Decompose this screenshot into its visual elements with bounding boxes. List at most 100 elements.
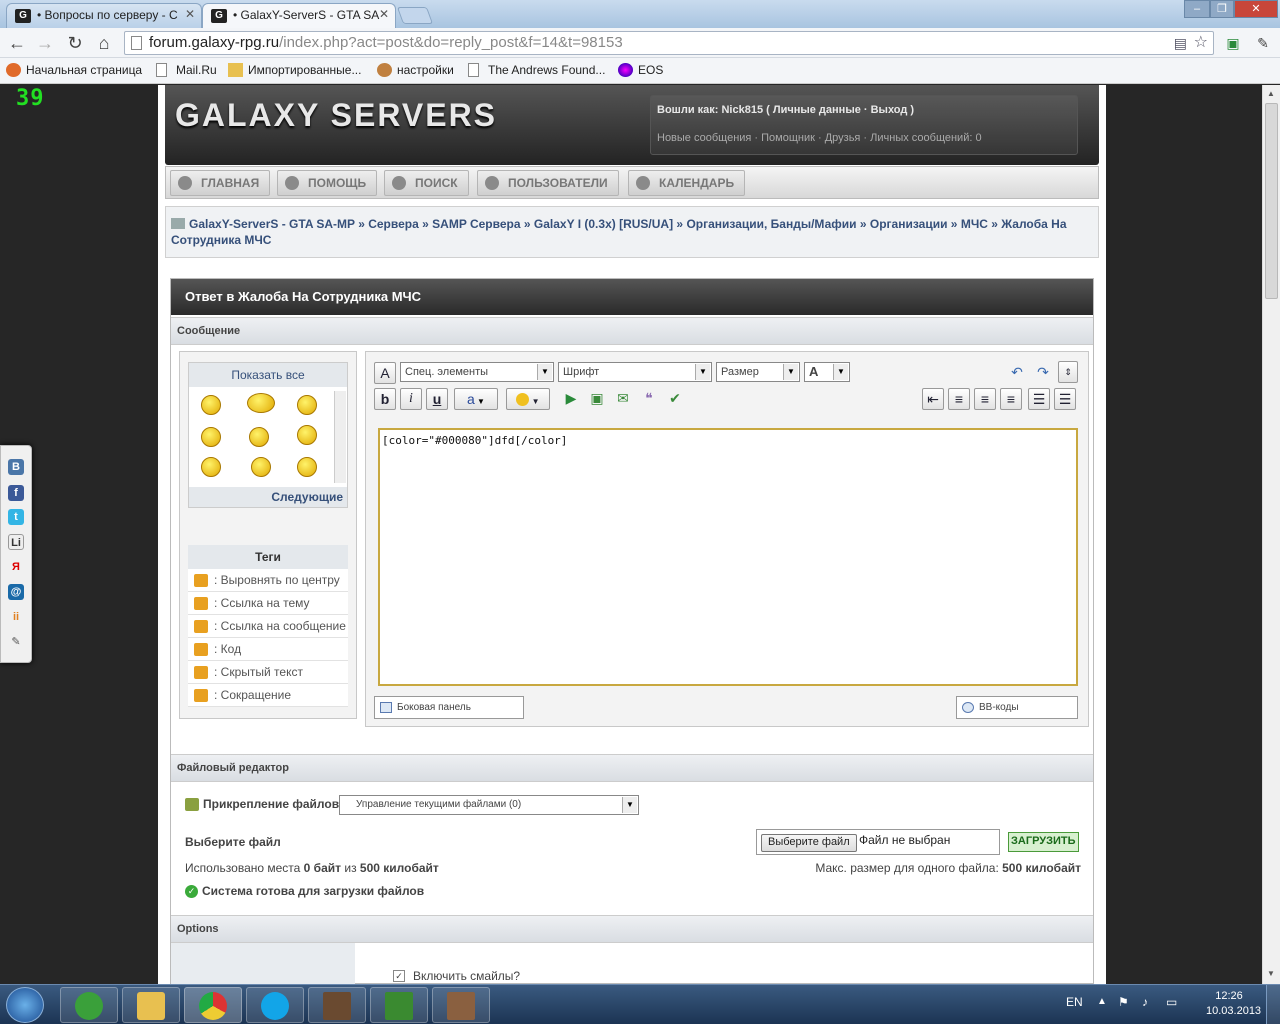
home-icon[interactable]: ⌂ (93, 32, 115, 54)
bookmark-home[interactable]: Начальная страница (6, 63, 142, 77)
breadcrumb-link[interactable]: Организации (870, 217, 948, 231)
taskbar-skype[interactable] (246, 987, 304, 1023)
emoticon-icon[interactable] (247, 393, 275, 413)
taskbar-utorrent[interactable] (60, 987, 118, 1023)
volume-icon[interactable]: ♪ (1142, 995, 1148, 1009)
emoticon-icon[interactable] (201, 457, 221, 477)
show-all-emoticons-link[interactable]: Показать все (189, 363, 347, 387)
scroll-down-icon[interactable]: ▼ (1267, 969, 1275, 978)
tag-item[interactable]: : Код (188, 638, 348, 661)
browser-tab-1[interactable]: G • Вопросы по серверу - С ✕ (6, 3, 202, 28)
emoticon-icon[interactable] (297, 395, 317, 415)
font-color-select[interactable]: A ▼ (804, 362, 850, 382)
tag-item[interactable]: : Ссылка на сообщение (188, 615, 348, 638)
breadcrumb-link[interactable]: МЧС (961, 217, 988, 231)
breadcrumb-link[interactable]: GalaxY I (0.3x) [RUS/UA] (534, 217, 673, 231)
start-button[interactable] (6, 987, 44, 1023)
star-icon[interactable]: ☆ (1194, 32, 1208, 54)
emoticon-picker-button[interactable]: ▼ (506, 388, 550, 410)
align-center-icon[interactable]: ≡ (974, 388, 996, 410)
file-input[interactable]: Выберите файл Файл не выбран (756, 829, 1000, 855)
undo-icon[interactable]: ↶ (1006, 362, 1028, 384)
next-emoticons-link[interactable]: Следующие (189, 487, 347, 507)
font-select[interactable]: Шрифт ▼ (558, 362, 712, 382)
bookmark-settings[interactable]: настройки (377, 63, 454, 77)
network-icon[interactable]: ⚑ (1118, 995, 1129, 1009)
emoticon-icon[interactable] (249, 427, 269, 447)
insert-link-icon[interactable]: ▶ (560, 388, 582, 410)
bullet-list-icon[interactable]: ☰ (1054, 388, 1076, 410)
bookmark-imported[interactable]: Импортированные... (228, 63, 361, 77)
spellcheck-icon[interactable]: ✔ (664, 388, 686, 410)
enable-smilies-checkbox[interactable]: ✓ (393, 970, 405, 982)
taskbar-app[interactable] (370, 987, 428, 1023)
taskbar-gta-1[interactable] (308, 987, 366, 1023)
toggle-editor-icon[interactable]: A (374, 362, 396, 384)
emoticon-icon[interactable] (201, 427, 221, 447)
close-window-button[interactable]: ✕ (1234, 0, 1278, 18)
outdent-icon[interactable]: ⇤ (922, 388, 944, 410)
maximize-button[interactable]: ❐ (1210, 0, 1234, 18)
bold-button[interactable]: b (374, 388, 396, 410)
nav-help[interactable]: ПОМОЩЬ (277, 170, 378, 196)
align-left-icon[interactable]: ≡ (948, 388, 970, 410)
breadcrumb-link[interactable]: Сервера (368, 217, 419, 231)
extension-icon[interactable]: ▣ (1222, 32, 1244, 54)
reload-icon[interactable]: ↻ (64, 32, 86, 54)
user-links-line[interactable]: Новые сообщения · Помощник · Друзья · Ли… (657, 132, 982, 144)
size-select[interactable]: Размер ▼ (716, 362, 800, 382)
redo-icon[interactable]: ↷ (1032, 362, 1054, 384)
minimize-button[interactable]: – (1184, 0, 1210, 18)
clock[interactable]: 12:26 10.03.2013 (1206, 990, 1261, 1017)
wrench-icon[interactable]: ✎ (1252, 32, 1274, 54)
text-effects-button[interactable]: a ▼ (454, 388, 498, 410)
show-hidden-icons[interactable]: ▲ (1097, 996, 1107, 1007)
language-indicator[interactable]: EN (1066, 995, 1083, 1009)
monitor-icon[interactable]: ▭ (1166, 995, 1177, 1009)
special-elements-select[interactable]: Спец. элементы ▼ (400, 362, 554, 382)
forward-icon[interactable]: → (34, 32, 56, 54)
translate-icon[interactable]: ▤ (1174, 32, 1187, 54)
livejournal-icon[interactable]: ✎ (8, 634, 24, 650)
scroll-up-icon[interactable]: ▲ (1267, 89, 1275, 98)
new-tab-button[interactable] (396, 7, 434, 24)
site-logo[interactable]: GALAXY SERVERS (175, 97, 497, 134)
address-bar[interactable]: forum.galaxy-rpg.ru/index.php?act=post&d… (124, 31, 1214, 55)
mailru-icon[interactable]: @ (8, 584, 24, 600)
emoticon-icon[interactable] (297, 457, 317, 477)
underline-button[interactable]: u (426, 388, 448, 410)
emoticon-icon[interactable] (201, 395, 221, 415)
vk-icon[interactable]: В (8, 459, 24, 475)
close-icon[interactable]: ✕ (185, 7, 195, 21)
nav-search[interactable]: ПОИСК (384, 170, 469, 196)
sidebar-toggle-button[interactable]: Боковая панель (374, 696, 524, 719)
odnoklassniki-icon[interactable]: ii (8, 609, 24, 625)
show-desktop-button[interactable] (1266, 985, 1280, 1024)
tag-item[interactable]: : Выровнять по центру (188, 569, 348, 592)
yandex-icon[interactable]: Я (8, 559, 24, 575)
taskbar-gta-2[interactable] (432, 987, 490, 1023)
back-icon[interactable]: ← (6, 32, 28, 54)
choose-file-button[interactable]: Выберите файл (761, 834, 857, 852)
taskbar-chrome[interactable] (184, 987, 242, 1023)
numbered-list-icon[interactable]: ☰ (1028, 388, 1050, 410)
tag-item[interactable]: : Сокращение (188, 684, 348, 707)
align-right-icon[interactable]: ≡ (1000, 388, 1022, 410)
tag-item[interactable]: : Скрытый текст (188, 661, 348, 684)
breadcrumb-link[interactable]: SAMP Сервера (432, 217, 520, 231)
scrollbar-thumb[interactable] (1265, 103, 1278, 299)
emoticons-scrollbar[interactable] (334, 391, 346, 483)
bbcode-toggle-button[interactable]: BB-коды (956, 696, 1078, 719)
bookmark-andrews[interactable]: The Andrews Found... (468, 63, 605, 77)
emoticon-icon[interactable] (297, 425, 317, 445)
resize-editor-icon[interactable]: ⇕ (1058, 361, 1078, 383)
message-textarea[interactable]: [color="#000080"]dfd[/color] (378, 428, 1078, 686)
bookmark-eos[interactable]: EOS (618, 63, 663, 77)
emoticon-icon[interactable] (251, 457, 271, 477)
browser-tab-2[interactable]: G • GalaxY-ServerS - GTA SA ✕ (202, 3, 396, 28)
breadcrumb-link[interactable]: GalaxY-ServerS - GTA SA-MP (189, 217, 355, 231)
close-icon[interactable]: ✕ (379, 7, 389, 21)
upload-button[interactable]: ЗАГРУЗИТЬ (1008, 832, 1079, 852)
tag-item[interactable]: : Ссылка на тему (188, 592, 348, 615)
twitter-icon[interactable]: t (8, 509, 24, 525)
